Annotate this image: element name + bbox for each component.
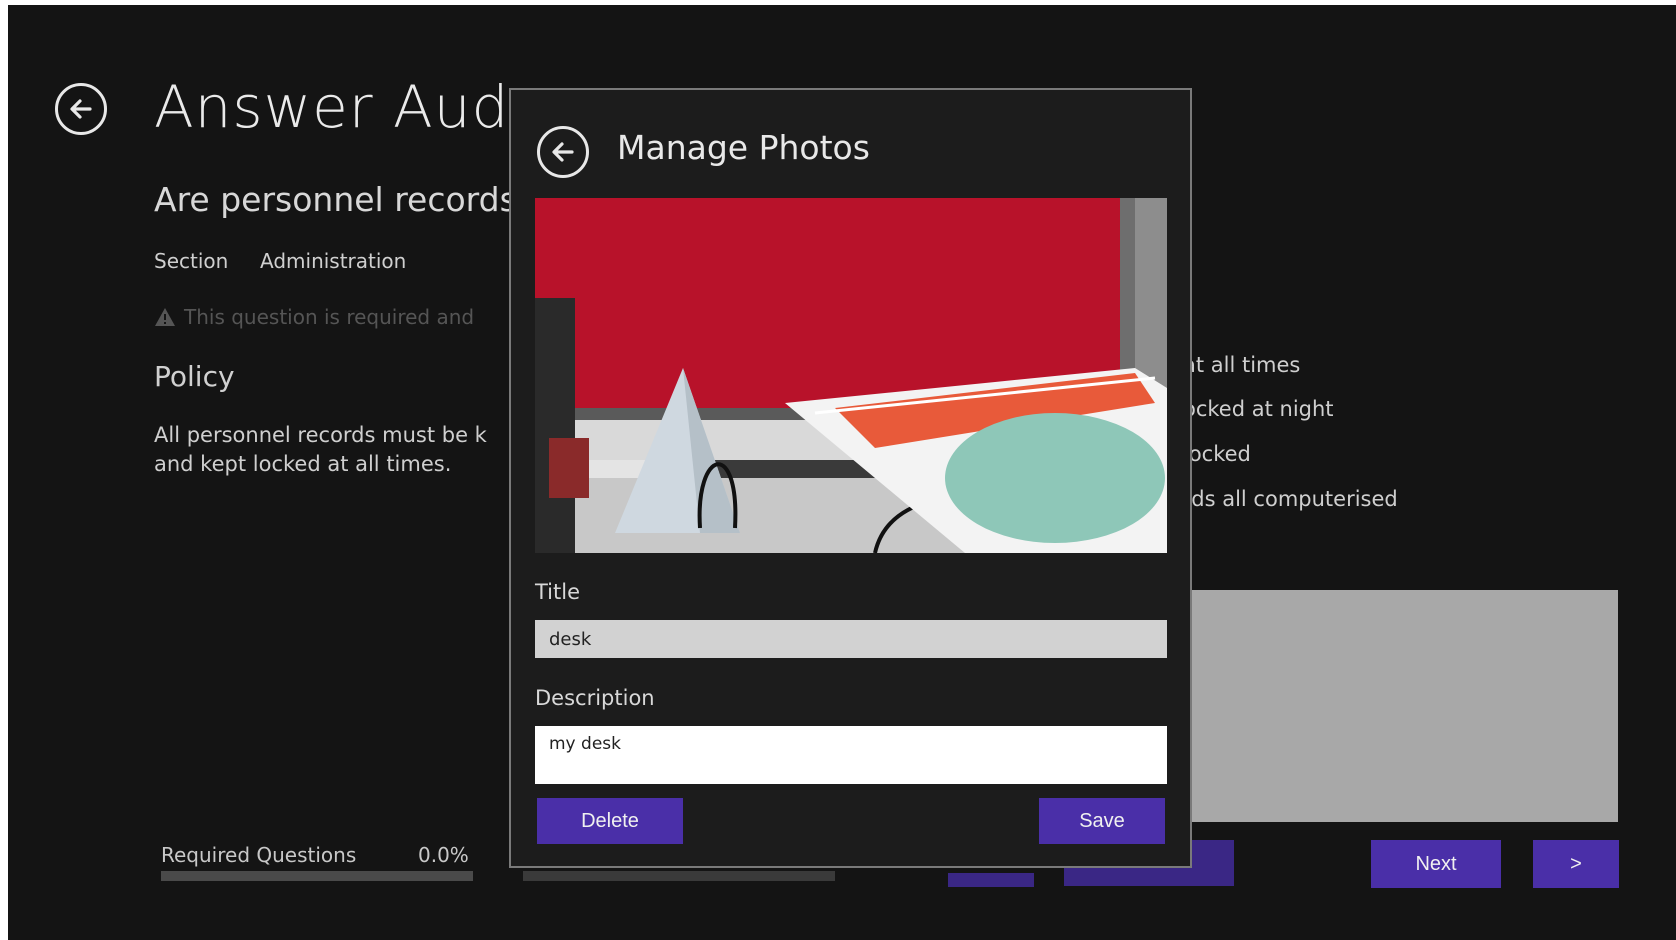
required-questions-label: Required Questions bbox=[161, 843, 357, 867]
progress-bar bbox=[523, 871, 835, 881]
dialog-back-button[interactable] bbox=[537, 126, 589, 178]
required-questions-value: 0.0% bbox=[418, 843, 469, 867]
section-label: Section bbox=[154, 249, 229, 273]
save-button[interactable]: Save bbox=[1039, 798, 1165, 844]
dialog-title: Manage Photos bbox=[617, 128, 870, 167]
question-text: Are personnel records bbox=[154, 180, 517, 219]
page-title: Answer Aud bbox=[154, 73, 510, 141]
required-warning: This question is required and bbox=[154, 305, 474, 329]
title-label: Title bbox=[535, 580, 581, 604]
back-arrow-icon bbox=[552, 142, 574, 162]
policy-text: All personnel records must be k and kept… bbox=[154, 423, 487, 476]
manage-photos-dialog: Manage Photos Title desk Description my … bbox=[509, 88, 1192, 868]
next-button[interactable]: Next bbox=[1371, 840, 1501, 888]
section-value: Administration bbox=[260, 249, 407, 273]
last-button[interactable]: > bbox=[1533, 840, 1619, 888]
answer-option[interactable]: rds all computerised bbox=[1183, 487, 1398, 511]
footer-button[interactable] bbox=[948, 873, 1034, 887]
back-arrow-icon bbox=[70, 99, 92, 119]
comment-panel bbox=[1168, 590, 1618, 822]
description-label: Description bbox=[535, 686, 655, 710]
back-button[interactable] bbox=[55, 83, 107, 135]
delete-button[interactable]: Delete bbox=[537, 798, 683, 844]
warning-icon bbox=[155, 308, 175, 326]
required-questions-progress-bar bbox=[161, 871, 473, 881]
answer-option[interactable]: locked bbox=[1183, 442, 1251, 466]
answer-option[interactable]: ocked at night bbox=[1183, 397, 1334, 421]
photo-description-input[interactable]: my desk bbox=[535, 726, 1167, 784]
photo-title-input[interactable] bbox=[535, 620, 1167, 658]
policy-heading: Policy bbox=[154, 360, 235, 393]
answer-option[interactable]: at all times bbox=[1183, 353, 1300, 377]
app-screen: Answer Aud Are personnel records Section… bbox=[8, 5, 1676, 940]
warning-text: This question is required and bbox=[184, 305, 475, 329]
photo-preview[interactable] bbox=[535, 198, 1167, 553]
